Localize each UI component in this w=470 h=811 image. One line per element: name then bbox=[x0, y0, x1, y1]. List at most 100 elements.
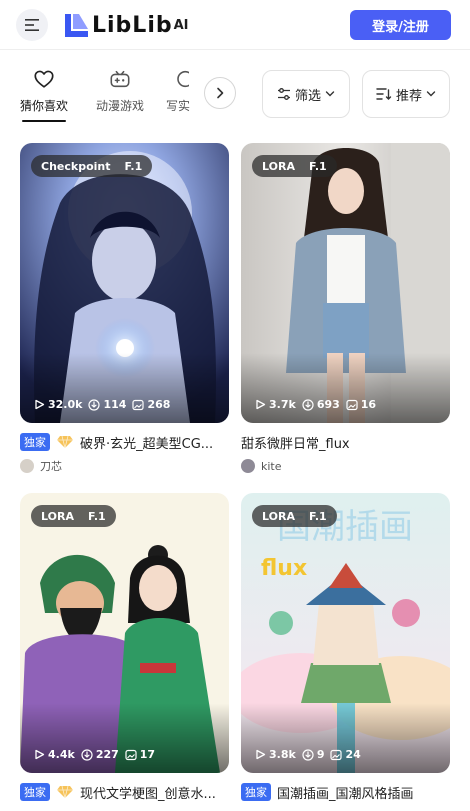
play-icon bbox=[256, 399, 266, 410]
card-title[interactable]: 破界·玄光_超美型CG... bbox=[80, 433, 213, 452]
chevron-down-icon bbox=[426, 91, 436, 97]
base-model-tag: F.1 bbox=[308, 159, 327, 173]
model-type-tag: LORA bbox=[262, 159, 295, 173]
downloads-count: 693 bbox=[316, 398, 340, 411]
category-label: 猜你喜欢 bbox=[19, 99, 68, 113]
images-count: 17 bbox=[139, 748, 156, 761]
category-tab-anime-games[interactable]: 动漫游戏 bbox=[92, 68, 148, 114]
model-type-tag: LORA bbox=[262, 509, 295, 523]
card-stats: 32.0k 114 268 bbox=[34, 398, 176, 411]
model-thumbnail[interactable]: 国潮插画 flux LORA F.1 3.8k 9 24 bbox=[241, 493, 450, 773]
category-tab-favorites[interactable]: 猜你喜欢 bbox=[16, 68, 72, 114]
download-icon bbox=[302, 398, 314, 411]
downloads-stat: 9 bbox=[302, 748, 324, 761]
model-card[interactable]: Checkpoint F.1 32.0k 114 268 独家 破界·玄光_超美… bbox=[20, 143, 229, 475]
filter-label: 筛选 bbox=[294, 88, 321, 104]
author-avatar bbox=[20, 459, 34, 473]
menu-button[interactable] bbox=[16, 9, 48, 41]
card-stats: 3.7k 693 16 bbox=[255, 398, 382, 411]
model-type-tags: Checkpoint F.1 bbox=[31, 155, 153, 177]
views-count: 3.7k bbox=[269, 398, 296, 411]
image-icon bbox=[132, 399, 145, 410]
base-model-tag: F.1 bbox=[308, 509, 327, 523]
filter-button[interactable]: 筛选 bbox=[262, 70, 350, 118]
downloads-stat: 227 bbox=[81, 748, 119, 761]
bottom-shade bbox=[20, 703, 229, 773]
card-title-row: 独家 现代文学梗图_创意水... bbox=[20, 782, 229, 802]
image-icon bbox=[125, 749, 137, 760]
exclusive-badge: 独家 bbox=[20, 783, 50, 801]
category-label: 写实 bbox=[165, 99, 190, 113]
images-stat: 268 bbox=[132, 398, 170, 411]
images-stat: 24 bbox=[330, 748, 361, 761]
play-icon bbox=[35, 399, 45, 410]
category-bar: 猜你喜欢 动漫游戏 写实 筛选 推荐 bbox=[0, 58, 470, 128]
heart-icon bbox=[34, 70, 54, 88]
model-thumbnail[interactable]: Checkpoint F.1 32.0k 114 268 bbox=[20, 143, 229, 423]
card-title-row: 甜系微胖日常_flux bbox=[241, 432, 450, 452]
downloads-count: 114 bbox=[103, 398, 127, 411]
sort-button[interactable]: 推荐 bbox=[362, 70, 450, 118]
category-label: 动漫游戏 bbox=[95, 99, 144, 113]
logo-superscript: AI bbox=[173, 17, 189, 33]
base-model-tag: F.1 bbox=[124, 159, 143, 173]
model-type-tag: Checkpoint bbox=[41, 159, 111, 173]
author-row[interactable]: kite bbox=[241, 457, 450, 475]
model-thumbnail[interactable]: LORA F.1 3.7k 693 16 bbox=[241, 143, 450, 423]
play-icon bbox=[256, 749, 266, 760]
sliders-icon bbox=[277, 88, 290, 100]
card-title[interactable]: 国潮插画_国潮风格插画 bbox=[277, 783, 414, 802]
views-stat: 3.7k bbox=[255, 398, 296, 411]
top-header: LibLib AI 登录/注册 bbox=[0, 0, 470, 50]
model-card[interactable]: LORA F.1 4.4k 227 17 独家 现代文学梗图_创意水... bbox=[20, 493, 229, 802]
model-type-tags: LORA F.1 bbox=[252, 505, 337, 527]
downloads-stat: 693 bbox=[302, 398, 340, 411]
download-icon bbox=[88, 398, 101, 411]
liblib-logo[interactable]: LibLib AI bbox=[64, 11, 189, 39]
model-card[interactable]: 国潮插画 flux LORA F.1 3.8k 9 24 独家 国潮插画_国潮风… bbox=[241, 493, 450, 802]
author-row[interactable]: 刀芯 bbox=[20, 457, 229, 475]
hamburger-icon bbox=[25, 19, 39, 31]
model-card[interactable]: LORA F.1 3.7k 693 16 甜系微胖日常_flux kite bbox=[241, 143, 450, 475]
author-name: 刀芯 bbox=[40, 460, 62, 473]
views-stat: 3.8k bbox=[255, 748, 296, 761]
author-avatar bbox=[241, 459, 255, 473]
sort-icon bbox=[376, 88, 392, 100]
model-type-tags: LORA F.1 bbox=[31, 505, 116, 527]
views-count: 32.0k bbox=[48, 398, 83, 411]
image-icon bbox=[346, 399, 358, 410]
card-stats: 3.8k 9 24 bbox=[255, 748, 367, 761]
download-icon bbox=[81, 748, 93, 761]
views-stat: 4.4k bbox=[34, 748, 75, 761]
logo-text: LibLib bbox=[92, 12, 173, 38]
premium-gem-icon bbox=[57, 435, 73, 449]
images-stat: 17 bbox=[125, 748, 155, 761]
model-thumbnail[interactable]: LORA F.1 4.4k 227 17 bbox=[20, 493, 229, 773]
category-next-button[interactable] bbox=[204, 77, 236, 109]
partial-icon bbox=[177, 70, 189, 88]
card-title[interactable]: 现代文学梗图_创意水... bbox=[80, 783, 216, 802]
base-model-tag: F.1 bbox=[87, 509, 106, 523]
downloads-count: 227 bbox=[95, 748, 119, 761]
chevron-down-icon bbox=[325, 91, 335, 97]
images-count: 24 bbox=[345, 748, 361, 761]
exclusive-badge: 独家 bbox=[241, 783, 271, 801]
bottom-shade bbox=[241, 353, 450, 423]
bottom-shade bbox=[241, 703, 450, 773]
bottom-shade bbox=[20, 353, 229, 423]
images-count: 16 bbox=[360, 398, 377, 411]
downloads-stat: 114 bbox=[88, 398, 126, 411]
svg-text:flux: flux bbox=[261, 556, 307, 581]
views-count: 4.4k bbox=[48, 748, 75, 761]
author-name: kite bbox=[261, 459, 282, 473]
active-tab-underline bbox=[22, 120, 66, 122]
images-count: 268 bbox=[147, 398, 171, 411]
exclusive-badge: 独家 bbox=[20, 433, 50, 451]
login-register-button[interactable]: 登录/注册 bbox=[350, 10, 451, 40]
card-title[interactable]: 甜系微胖日常_flux bbox=[241, 433, 350, 452]
views-stat: 32.0k bbox=[34, 398, 82, 411]
images-stat: 16 bbox=[346, 398, 376, 411]
model-type-tags: LORA F.1 bbox=[252, 155, 337, 177]
logo-mark-icon bbox=[65, 14, 88, 37]
model-type-tag: LORA bbox=[41, 509, 74, 523]
